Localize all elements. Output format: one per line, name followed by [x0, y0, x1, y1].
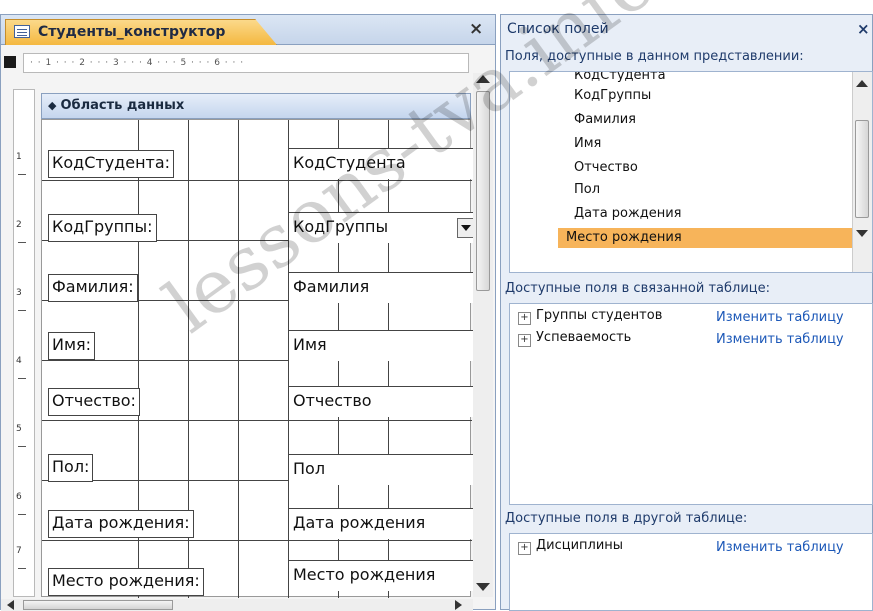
- field-pol[interactable]: Пол: [288, 454, 477, 485]
- ruler-tick: [18, 310, 26, 311]
- table-name[interactable]: Дисциплины: [536, 538, 623, 553]
- list-item[interactable]: КодГруппы: [566, 86, 854, 106]
- ruler-tick: [18, 242, 26, 243]
- horizontal-ruler: · · 1 · · · 2 · · · 3 · · · 4 · · · 5 · …: [23, 53, 469, 73]
- document-tab[interactable]: Студенты_конструктор: [5, 19, 277, 45]
- related-fields-header: Доступные поля в связанной таблице:: [505, 281, 771, 296]
- field-kodstudenta[interactable]: КодСтудента: [288, 148, 477, 179]
- label-kodgruppy[interactable]: КодГруппы:: [48, 214, 157, 242]
- ruler-mark: 6: [16, 492, 22, 502]
- ruler-mark: 3: [16, 288, 22, 298]
- form-selector[interactable]: [4, 56, 16, 68]
- combo-kodgruppy[interactable]: КодГруппы: [288, 212, 477, 243]
- label-data-rozhdeniya[interactable]: Дата рождения:: [48, 510, 194, 538]
- scroll-left-icon[interactable]: [7, 600, 14, 610]
- design-grid[interactable]: КодСтудента: КодСтудента КодГруппы: КодГ…: [41, 119, 477, 598]
- scroll-thumb[interactable]: [476, 91, 490, 291]
- scroll-up-icon[interactable]: [856, 80, 868, 87]
- ruler-tick: [18, 514, 26, 515]
- list-item[interactable]: Фамилия: [566, 110, 854, 130]
- scroll-thumb[interactable]: [23, 600, 173, 610]
- ruler-tick: [18, 568, 26, 569]
- label-otchestvo[interactable]: Отчество:: [48, 388, 140, 416]
- ruler-mark: 7: [16, 546, 22, 556]
- other-fields-header: Доступные поля в другой таблице:: [505, 511, 748, 526]
- label-mesto-rozhdeniya[interactable]: Место рождения:: [48, 568, 204, 596]
- scroll-thumb[interactable]: [855, 120, 869, 218]
- field-imya[interactable]: Имя: [288, 330, 477, 361]
- grid-line: [42, 180, 472, 181]
- field-familiya[interactable]: Фамилия: [288, 272, 477, 303]
- close-icon[interactable]: ×: [857, 20, 870, 38]
- ruler-mark: 4: [16, 356, 22, 366]
- edit-table-link[interactable]: Изменить таблицу: [716, 540, 844, 555]
- field-mesto-rozhdeniya[interactable]: Место рождения: [288, 560, 477, 591]
- list-item[interactable]: КодСтудента: [566, 72, 854, 86]
- combo-kodgruppy-text: КодГруппы: [293, 217, 389, 236]
- ruler-mark: 2: [16, 220, 22, 230]
- label-pol[interactable]: Пол:: [48, 454, 94, 482]
- detail-section-header[interactable]: ◆ Область данных: [41, 93, 471, 119]
- ruler-mark: 5: [16, 424, 22, 434]
- vertical-ruler: 1 2 3 4 5 6 7: [13, 89, 35, 597]
- vertical-scrollbar[interactable]: [852, 72, 872, 272]
- expand-icon[interactable]: +: [518, 542, 531, 555]
- related-tables-list: + Группы студентов Изменить таблицу + Ус…: [509, 303, 873, 505]
- expand-icon[interactable]: +: [518, 312, 531, 325]
- scroll-right-icon[interactable]: [455, 600, 462, 610]
- form-designer-window: Студенты_конструктор × · · 1 · · · 2 · ·…: [0, 14, 496, 611]
- ruler-mark: 1: [16, 152, 22, 162]
- label-familiya[interactable]: Фамилия:: [48, 274, 138, 302]
- list-item[interactable]: Дата рождения: [566, 204, 854, 224]
- scroll-up-icon[interactable]: [476, 75, 490, 83]
- list-item-selected[interactable]: Место рождения: [558, 228, 854, 248]
- form-icon: [14, 25, 30, 38]
- table-row[interactable]: + Дисциплины Изменить таблицу: [518, 538, 870, 560]
- available-fields-header: Поля, доступные в данном представлении:: [505, 49, 804, 64]
- pane-title: Список полей: [507, 21, 609, 37]
- table-name[interactable]: Успеваемость: [536, 330, 631, 345]
- horizontal-scrollbar[interactable]: [1, 599, 473, 611]
- ruler-tick: [18, 446, 26, 447]
- edit-table-link[interactable]: Изменить таблицу: [716, 310, 844, 325]
- ruler-tick: [18, 174, 26, 175]
- edit-table-link[interactable]: Изменить таблицу: [716, 332, 844, 347]
- grid-line: [42, 420, 472, 421]
- ruler-tick: [18, 378, 26, 379]
- field-otchestvo[interactable]: Отчество: [288, 386, 477, 417]
- tab-title: Студенты_конструктор: [38, 24, 226, 40]
- label-imya[interactable]: Имя:: [48, 332, 96, 360]
- label-kodstudenta[interactable]: КодСтудента:: [48, 150, 175, 178]
- expand-icon[interactable]: +: [518, 334, 531, 347]
- grid-line: [238, 120, 239, 598]
- scroll-down-icon[interactable]: [856, 230, 868, 237]
- close-icon[interactable]: ×: [469, 19, 483, 39]
- table-name[interactable]: Группы студентов: [536, 308, 662, 323]
- list-item[interactable]: Имя: [566, 134, 854, 154]
- section-label-text: Область данных: [60, 98, 185, 113]
- scroll-down-icon[interactable]: [476, 583, 490, 591]
- table-row[interactable]: + Группы студентов Изменить таблицу: [518, 308, 870, 330]
- list-item[interactable]: Отчество: [566, 158, 854, 178]
- detail-section-label: ◆ Область данных: [48, 98, 184, 113]
- available-fields-list[interactable]: КодСтудента КодГруппы Фамилия Имя Отчест…: [509, 71, 873, 273]
- grid-line: [42, 540, 472, 541]
- field-data-rozhdeniya[interactable]: Дата рождения: [288, 508, 477, 539]
- field-list-pane: Список полей × Поля, доступные в данном …: [500, 14, 873, 611]
- other-tables-list: + Дисциплины Изменить таблицу: [509, 533, 873, 611]
- vertical-scrollbar[interactable]: [473, 73, 493, 597]
- table-row[interactable]: + Успеваемость Изменить таблицу: [518, 330, 870, 352]
- list-item[interactable]: Пол: [566, 180, 854, 200]
- document-tab-bar: Студенты_конструктор ×: [1, 15, 495, 45]
- section-arrow-icon: ◆: [48, 99, 57, 112]
